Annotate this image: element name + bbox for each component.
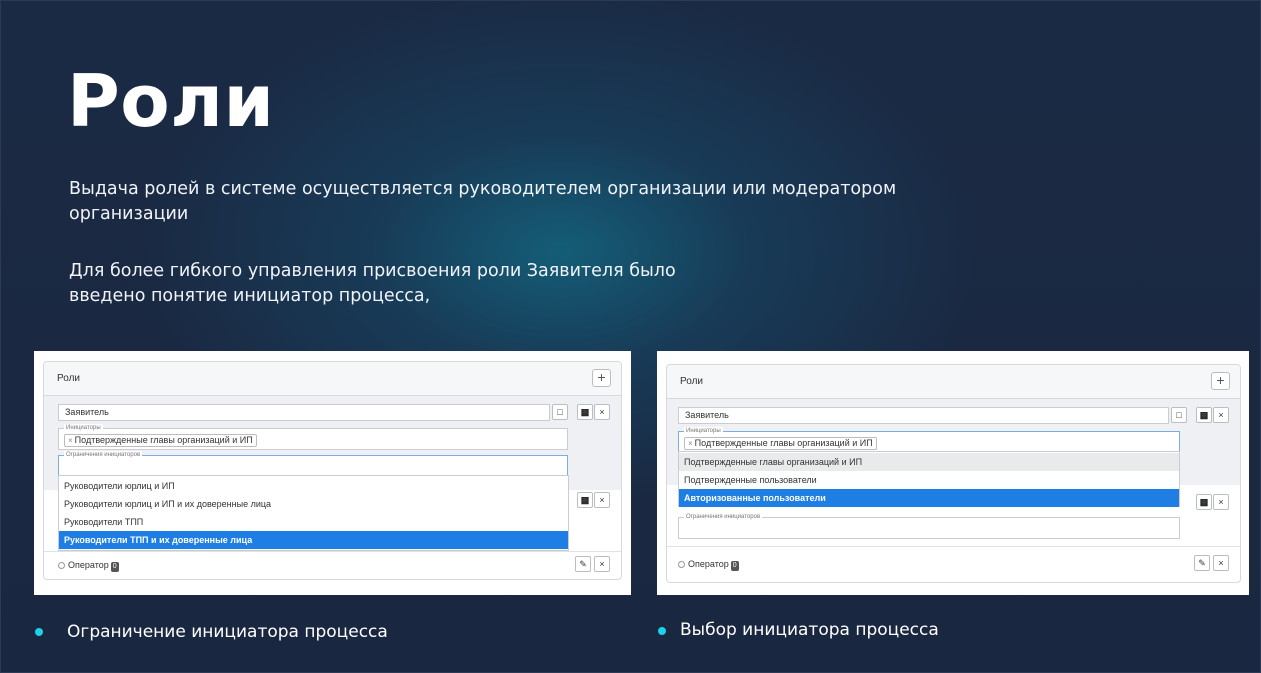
initiators-field[interactable]: Инициаторы × Подтвержденные главы организ…	[58, 424, 568, 450]
roles-card: Роли + Заявитель □ ▩ × Инициаторы × Подтв…	[666, 364, 1241, 583]
initiators-field[interactable]: Инициаторы × Подтвержденные главы организ…	[678, 427, 1180, 453]
close-icon[interactable]: ×	[594, 404, 610, 420]
dropdown-option[interactable]: Руководители ТПП	[59, 513, 568, 531]
close-icon[interactable]: ×	[1213, 555, 1229, 571]
tag-remove-icon[interactable]: ×	[688, 439, 693, 448]
save-icon[interactable]: ▩	[1196, 494, 1212, 510]
paragraph-initiator-concept: Для более гибкого управления присвоения …	[69, 261, 676, 306]
save-icon[interactable]: ▩	[1196, 407, 1212, 423]
close-icon[interactable]: ×	[1213, 494, 1229, 510]
screenshot-initiator-selection: Роли + Заявитель □ ▩ × Инициаторы × Подтв…	[657, 351, 1249, 595]
bullet-dot	[35, 628, 43, 636]
dropdown-option[interactable]: Подтвержденные пользователи	[679, 471, 1179, 489]
dropdown-option-selected[interactable]: Руководители ТПП и их доверенные лица	[59, 531, 568, 549]
roles-card-title: Роли	[680, 376, 703, 387]
initiator-tag-label: Подтвержденные главы организаций и ИП	[74, 435, 253, 445]
save-icon[interactable]: ▩	[577, 492, 593, 508]
operator-radio[interactable]: Оператор 0	[58, 559, 119, 572]
close-icon[interactable]: ×	[594, 492, 610, 508]
divider	[667, 546, 1240, 547]
operator-label: Оператор	[688, 559, 729, 569]
operator-radio[interactable]: Оператор 0	[678, 558, 739, 571]
restrictions-dropdown: Руководители юрлиц и ИП Руководители юрл…	[58, 475, 569, 551]
initiators-legend: Инициаторы	[684, 427, 723, 435]
comment-icon[interactable]: □	[1171, 407, 1187, 423]
role-name-field[interactable]: Заявитель	[678, 407, 1169, 424]
screenshot-initiator-restriction: Роли + Заявитель □ ▩ × Инициаторы × Подтв…	[34, 351, 631, 595]
bullet-initiator-restriction: Ограничение инициатора процесса	[67, 622, 388, 642]
divider	[44, 551, 621, 552]
close-icon[interactable]: ×	[594, 556, 610, 572]
comment-icon[interactable]: □	[552, 404, 568, 420]
operator-badge: 0	[730, 561, 739, 571]
dropdown-option-selected[interactable]: Авторизованные пользователи	[679, 489, 1179, 507]
bullet-initiator-selection: Выбор инициатора процесса	[680, 620, 939, 640]
roles-card-header: Роли +	[44, 362, 621, 396]
edit-icon[interactable]: ✎	[575, 556, 591, 572]
slide-background: Роли Выдача ролей в системе осуществляет…	[0, 0, 1261, 673]
radio-circle	[678, 561, 685, 568]
initiator-tag-label: Подтвержденные главы организаций и ИП	[694, 438, 873, 448]
roles-card-title: Роли	[57, 373, 80, 384]
edit-icon[interactable]: ✎	[1194, 555, 1210, 571]
dropdown-option[interactable]: Руководители юрлиц и ИП	[59, 477, 568, 495]
roles-card: Роли + Заявитель □ ▩ × Инициаторы × Подтв…	[43, 361, 622, 580]
restrictions-legend: Ограничения инициаторов	[64, 451, 143, 459]
dropdown-option[interactable]: Руководители юрлиц и ИП и их доверенные …	[59, 495, 568, 513]
bullet-dot	[658, 627, 666, 635]
close-icon[interactable]: ×	[1213, 407, 1229, 423]
dropdown-option[interactable]: Подтвержденные главы организаций и ИП	[679, 453, 1179, 471]
restrictions-field[interactable]: Ограничения инициаторов	[678, 513, 1180, 539]
role-name-field[interactable]: Заявитель	[58, 404, 550, 421]
paragraph-roles-issuance: Выдача ролей в системе осуществляется ру…	[69, 179, 897, 224]
initiators-dropdown: Подтвержденные главы организаций и ИП По…	[678, 451, 1180, 507]
tag-remove-icon[interactable]: ×	[68, 436, 73, 445]
initiators-legend: Инициаторы	[64, 424, 103, 432]
add-role-button[interactable]: +	[1211, 372, 1230, 390]
add-role-button[interactable]: +	[592, 369, 611, 387]
radio-circle	[58, 562, 65, 569]
save-icon[interactable]: ▩	[577, 404, 593, 420]
initiator-tag: × Подтвержденные главы организаций и ИП	[64, 434, 257, 447]
slide-title: Роли	[67, 59, 275, 143]
restrictions-legend: Ограничения инициаторов	[684, 513, 763, 521]
operator-badge: 0	[110, 562, 119, 572]
initiator-tag: × Подтвержденные главы организаций и ИП	[684, 437, 877, 450]
operator-label: Оператор	[68, 560, 109, 570]
roles-card-header: Роли +	[667, 365, 1240, 399]
